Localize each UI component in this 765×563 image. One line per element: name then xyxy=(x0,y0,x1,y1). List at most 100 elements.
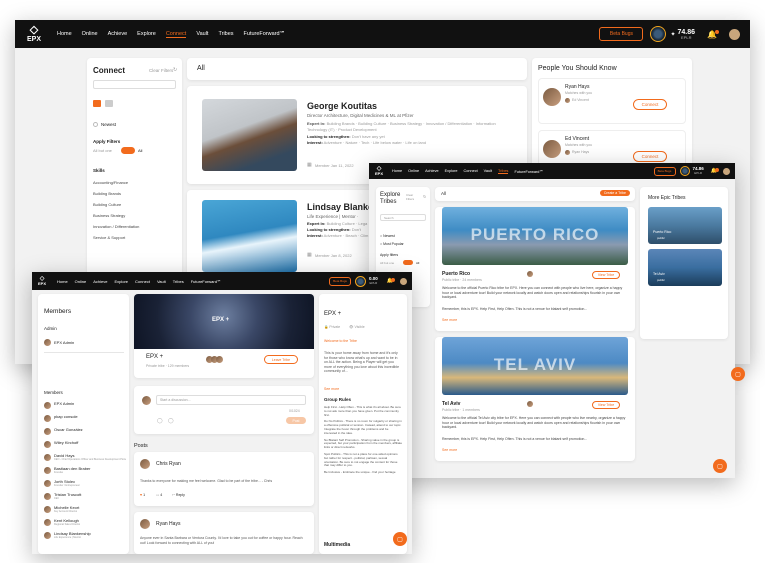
grid-view-icon[interactable] xyxy=(105,100,113,107)
search-input[interactable] xyxy=(93,80,176,89)
epx-logo[interactable]: ◇ EPX xyxy=(25,25,43,44)
tab-all[interactable]: All xyxy=(441,191,446,196)
nav-item[interactable]: Connect xyxy=(464,169,478,174)
profile-name[interactable]: George Koutitas xyxy=(307,101,377,111)
nav-item[interactable]: Explore xyxy=(114,279,128,284)
member-avatar[interactable] xyxy=(44,506,51,513)
clear-filters-link[interactable]: Clear Filters xyxy=(149,68,173,73)
tab-all[interactable]: All xyxy=(197,65,205,72)
newest-radio[interactable] xyxy=(93,122,98,127)
explorer-avatar-icon[interactable] xyxy=(355,275,366,287)
discussion-input[interactable]: Start a discussion... xyxy=(156,395,306,405)
see-more-link[interactable]: See more xyxy=(442,318,457,322)
bell-icon[interactable]: 🔔 xyxy=(387,278,396,284)
comment-count[interactable]: ▭ 4 xyxy=(156,493,162,497)
chat-button[interactable]: ▢ xyxy=(393,532,407,546)
image-icon[interactable]: ◯ xyxy=(157,418,163,424)
like-count[interactable]: ♥ 1 xyxy=(140,493,145,497)
leave-tribe-button[interactable]: Leave Tribe xyxy=(264,355,298,364)
nav-item[interactable]: Online xyxy=(408,169,419,174)
filter-toggle[interactable] xyxy=(121,147,135,154)
member-avatar[interactable] xyxy=(44,415,51,422)
explorer-avatar-icon[interactable] xyxy=(679,166,690,176)
skill-filter-item[interactable]: Building Culture xyxy=(93,202,139,213)
create-tribe-button[interactable]: Create a Tribe xyxy=(599,190,630,196)
see-more-link[interactable]: See more xyxy=(442,448,457,452)
explorer-avatar-icon[interactable] xyxy=(650,26,667,42)
list-view-icon[interactable] xyxy=(93,100,101,107)
nav-item[interactable]: Online xyxy=(82,31,98,38)
post-author[interactable]: Ryan Hays xyxy=(156,521,180,527)
nav-item[interactable]: Achieve xyxy=(108,31,128,38)
user-avatar[interactable] xyxy=(400,277,407,285)
points-display[interactable]: 0.00 EPLR xyxy=(369,277,378,285)
nav-item[interactable]: Home xyxy=(392,169,402,174)
skill-filter-item[interactable]: Building Brands xyxy=(93,191,139,202)
most-popular-radio[interactable]: ○ Most Popular xyxy=(380,242,404,246)
person-name[interactable]: Ed Vincent xyxy=(565,136,589,142)
nav-item[interactable]: Online xyxy=(75,279,87,284)
skill-filter-item[interactable]: Service & Support xyxy=(93,235,139,246)
nav-item[interactable]: Tribes xyxy=(173,279,184,284)
member-avatar[interactable] xyxy=(44,493,51,500)
refresh-icon[interactable]: ↻ xyxy=(173,67,177,73)
refresh-icon[interactable]: ↻ xyxy=(423,194,426,199)
skill-filter-item[interactable]: Business Strategy xyxy=(93,213,139,224)
skill-filter-item[interactable]: Accounting/Finance xyxy=(93,180,139,191)
nav-item[interactable]: Connect xyxy=(165,31,187,38)
tribe-image[interactable]: PUERTO RICO xyxy=(442,207,628,265)
connect-button[interactable]: Connect xyxy=(633,99,667,110)
member-avatar[interactable] xyxy=(44,454,51,461)
skill-filter-item[interactable]: Innovation / Differentiation xyxy=(93,224,139,235)
person-card[interactable]: Ryan Hays Matches with you Ed Vincent Conne… xyxy=(538,78,686,124)
member-avatar[interactable] xyxy=(44,428,51,435)
user-avatar[interactable] xyxy=(729,28,740,40)
nav-item[interactable]: Vault xyxy=(196,31,208,38)
points-display[interactable]: 74.86 EPLR xyxy=(693,167,704,175)
member-avatar[interactable] xyxy=(44,480,51,487)
member-name[interactable]: Wiley Kirchoff xyxy=(54,440,78,445)
beta-bugs-button[interactable]: Beta Bugs xyxy=(329,276,351,286)
tribe-card[interactable]: TEL AVIV Tel Aviv Public tribe · 1 members… xyxy=(435,337,635,461)
view-tribe-button[interactable]: View Tribe xyxy=(592,401,620,409)
nav-item[interactable]: Home xyxy=(57,31,72,38)
connect-button[interactable]: Connect xyxy=(633,151,667,162)
clear-filters-link[interactable]: Clear Filters xyxy=(406,193,420,201)
nav-item[interactable]: Home xyxy=(57,279,68,284)
beta-bugs-button[interactable]: Beta Bugs xyxy=(653,166,676,176)
bell-icon[interactable]: 🔔 xyxy=(711,168,720,174)
chat-fab-behind[interactable]: ▢ xyxy=(731,367,745,381)
member-name[interactable]: EPX Admin xyxy=(54,401,74,406)
chat-button[interactable]: ▢ xyxy=(713,459,727,473)
welcome-link[interactable]: Welcome to the Tribe xyxy=(324,339,357,343)
tribe-image[interactable]: TEL AVIV xyxy=(442,337,628,395)
member-avatar[interactable] xyxy=(44,402,51,409)
nav-item[interactable]: Vault xyxy=(484,169,492,174)
member-avatar[interactable] xyxy=(44,532,51,539)
admin-name[interactable]: EPX Admin xyxy=(54,340,74,345)
newest-radio[interactable]: ○ Newest xyxy=(380,234,395,238)
member-avatar[interactable] xyxy=(44,519,51,526)
more-tribe-tile[interactable]: Puerto Rico public xyxy=(648,207,722,244)
reply-link[interactable]: ↩ Reply xyxy=(172,493,185,497)
nav-item[interactable]: Achieve xyxy=(93,279,107,284)
bell-icon[interactable]: 🔔 xyxy=(707,29,719,39)
member-avatar[interactable] xyxy=(44,467,51,474)
tribe-card[interactable]: PUERTO RICO Puerto Rico Public tribe · 24 … xyxy=(435,207,635,331)
beta-bugs-button[interactable]: Beta Bugs xyxy=(599,27,644,41)
video-icon[interactable]: ◯ xyxy=(168,418,174,424)
nav-item[interactable]: Tribes xyxy=(498,169,509,174)
nav-item[interactable]: Achieve xyxy=(425,169,439,174)
person-avatar[interactable] xyxy=(543,88,561,106)
search-input[interactable]: Search xyxy=(380,214,426,221)
filter-toggle[interactable] xyxy=(403,260,413,265)
nav-item[interactable]: Vault xyxy=(157,279,166,284)
member-avatar[interactable] xyxy=(44,339,51,346)
tribe-name[interactable]: Tel Aviv xyxy=(442,401,460,407)
nav-item[interactable]: FutureForward℠ xyxy=(191,279,221,284)
post-author[interactable]: Chris Ryan xyxy=(156,461,181,467)
more-tribe-tile[interactable]: Tel Aviv public xyxy=(648,249,722,286)
nav-item[interactable]: Tribes xyxy=(218,31,233,38)
nav-item[interactable]: Explore xyxy=(445,169,458,174)
person-avatar[interactable] xyxy=(543,140,561,158)
